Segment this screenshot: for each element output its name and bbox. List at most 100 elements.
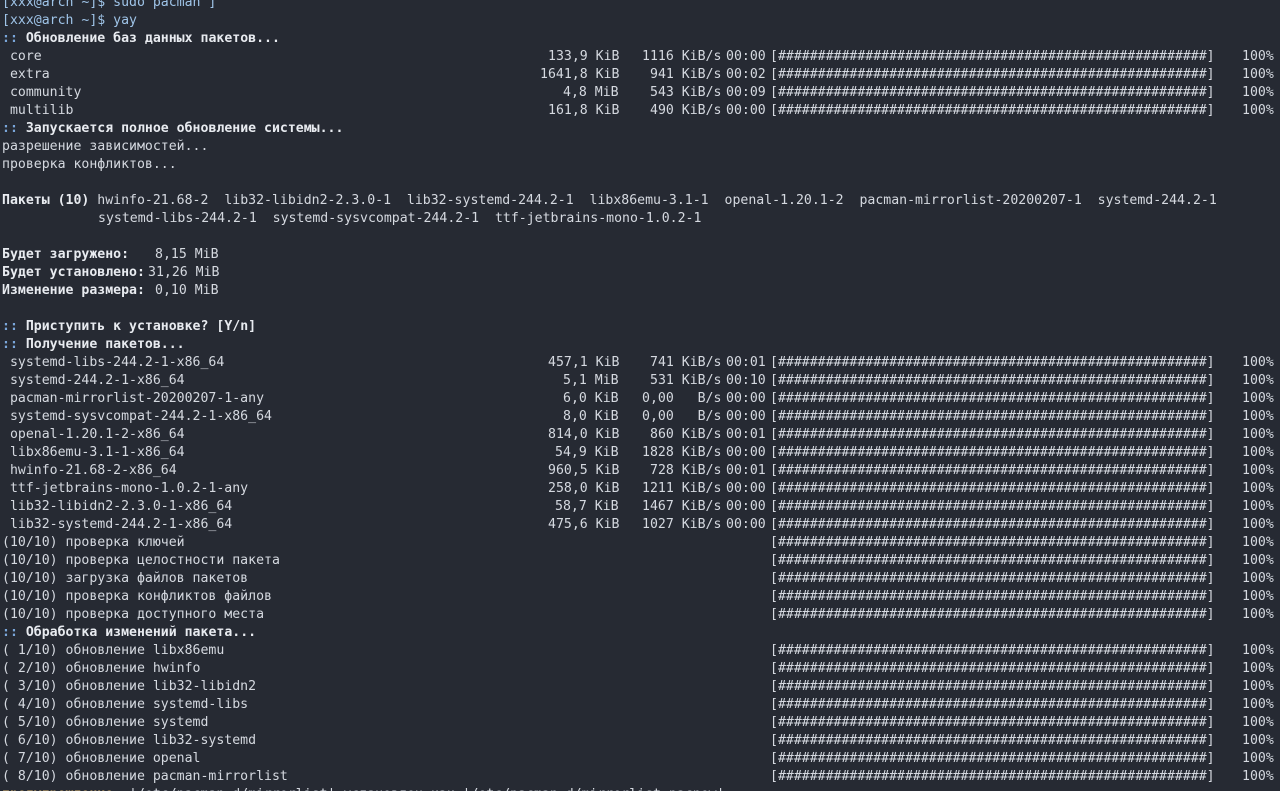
progress-bar: [#######################################… [770, 463, 1215, 478]
download-speed: 728 KiB/s [650, 463, 722, 478]
upgrade-row: ( 3/10) обновление lib32-libidn2 [#######… [2, 678, 1274, 696]
packages-line: Пакеты (10) hwinfo-21.68-2 lib32-libidn2… [2, 192, 1217, 210]
package-download-row: hwinfo-21.68-2-x86_64 960,5 KiB 728 KiB/s 0… [2, 462, 1274, 480]
progress-bar: [#######################################… [770, 49, 1215, 64]
download-time: 00:01 [726, 427, 766, 442]
db-sync-row: multilib 161,8 KiB 490 KiB/s 00:00 [########… [2, 102, 1274, 120]
shell-prompt: [xxx@arch ~]$ [2, 13, 114, 28]
progress-percent: 100% [1242, 571, 1274, 586]
check-text: (10/10) проверка целостности пакета [2, 553, 280, 568]
section-text: :: Обновление баз данных пакетов... [2, 31, 280, 46]
download-time: 00:00 [726, 49, 766, 64]
confirm-prompt: :: Приступить к установке? [Y/n] [2, 318, 256, 336]
check-text: (10/10) проверка доступного места [2, 607, 265, 622]
progress-bar: [#######################################… [770, 553, 1215, 568]
progress-bar: [#######################################… [770, 517, 1215, 532]
db-sync-row: core 133,9 KiB 1116 KiB/s 00:00 [###########… [2, 48, 1274, 66]
progress-bar: [#######################################… [770, 589, 1215, 604]
terminal-window[interactable]: [xxx@arch ~]$ sudo pacman ] [xxx@arch ~]$… [0, 0, 1280, 791]
package-name: hwinfo-21.68-2-x86_64 [2, 463, 177, 478]
download-size: 960,5 KiB [548, 463, 620, 478]
upgrade-row: ( 1/10) обновление libx86emu [###########… [2, 642, 1274, 660]
progress-percent: 100% [1242, 535, 1274, 550]
upgrade-text: ( 2/10) обновление hwinfo [2, 661, 201, 676]
package-download-row: systemd-sysvcompat-244.2-1-x86_64 8,0 KiB… [2, 408, 1274, 426]
check-text: (10/10) проверка конфликтов файлов [2, 589, 272, 604]
progress-percent: 100% [1242, 751, 1274, 766]
progress-bar: [#######################################… [770, 445, 1215, 460]
download-time: 00:01 [726, 355, 766, 370]
summary-line: Будет установлено: 31,26 MiB [2, 264, 219, 282]
db-name: multilib [2, 103, 74, 118]
section-text: :: Запускается полное обновление системы… [2, 121, 344, 136]
package-name: openal-1.20.1-2-x86_64 [2, 427, 185, 442]
progress-bar: [#######################################… [770, 661, 1215, 676]
progress-percent: 100% [1242, 481, 1274, 496]
status-line: разрешение зависимостей... [2, 138, 208, 156]
download-speed: 0,00 B/s [642, 391, 722, 406]
upgrade-row: ( 4/10) обновление systemd-libs [########… [2, 696, 1274, 714]
upgrade-row: ( 5/10) обновление systemd [#############… [2, 714, 1274, 732]
download-time: 00:01 [726, 463, 766, 478]
progress-percent: 100% [1242, 769, 1274, 784]
section-marker: :: [2, 625, 18, 640]
summary-value: 31,26 MiB [148, 265, 220, 280]
progress-percent: 100% [1242, 499, 1274, 514]
progress-bar: [#######################################… [770, 697, 1215, 712]
section-marker: :: [2, 31, 18, 46]
progress-percent: 100% [1242, 643, 1274, 658]
package-download-row: systemd-244.2-1-x86_64 5,1 MiB 531 KiB/s 00… [2, 372, 1274, 390]
check-row: (10/10) проверка доступного места [######… [2, 606, 1274, 624]
package-name: systemd-sysvcompat-244.2-1-x86_64 [2, 409, 272, 424]
summary-line: Будет загружено: 8,15 MiB [2, 246, 219, 264]
section-heading: :: Обновление баз данных пакетов... [2, 30, 280, 48]
warning-label: предупреждение: [2, 787, 129, 791]
package-name: ttf-jetbrains-mono-1.0.2-1-any [2, 481, 249, 496]
warning-text: '/etc/pacman.d/mirrorlist' установлен ка… [129, 787, 724, 791]
upgrade-text: ( 6/10) обновление lib32-systemd [2, 733, 257, 748]
progress-bar: [#######################################… [770, 85, 1215, 100]
progress-bar: [#######################################… [770, 409, 1215, 424]
package-name: pacman-mirrorlist-20200207-1-any [2, 391, 265, 406]
progress-percent: 100% [1242, 733, 1274, 748]
package-download-row: systemd-libs-244.2-1-x86_64 457,1 KiB 741 … [2, 354, 1274, 372]
summary-label: Будет установлено: [2, 265, 145, 280]
download-time: 00:00 [726, 517, 766, 532]
progress-percent: 100% [1242, 463, 1274, 478]
download-size: 814,0 KiB [548, 427, 620, 442]
status-text: проверка конфликтов... [2, 157, 177, 172]
progress-bar: [#######################################… [770, 67, 1215, 82]
check-text: (10/10) проверка ключей [2, 535, 185, 550]
progress-bar: [#######################################… [770, 499, 1215, 514]
db-name: extra [2, 67, 50, 82]
summary-value: 8,15 MiB [155, 247, 219, 262]
download-speed: 741 KiB/s [650, 355, 722, 370]
summary-line: Изменение размера: 0,10 MiB [2, 282, 219, 300]
progress-percent: 100% [1242, 355, 1274, 370]
progress-percent: 100% [1242, 49, 1274, 64]
db-sync-row: community 4,8 MiB 543 KiB/s 00:09 [#########… [2, 84, 1274, 102]
section-text: :: Обработка изменений пакета... [2, 625, 257, 640]
prompt-line: [xxx@arch ~]$ yay [2, 12, 137, 30]
download-time: 00:09 [726, 85, 766, 100]
upgrade-text: ( 8/10) обновление pacman-mirrorlist [2, 769, 288, 784]
download-time: 00:00 [726, 391, 766, 406]
upgrade-row: ( 8/10) обновление pacman-mirrorlist [###… [2, 768, 1274, 786]
download-size: 4,8 MiB [563, 85, 619, 100]
progress-percent: 100% [1242, 589, 1274, 604]
package-download-row: openal-1.20.1-2-x86_64 814,0 KiB 860 KiB/s… [2, 426, 1274, 444]
progress-percent: 100% [1242, 715, 1274, 730]
progress-percent: 100% [1242, 553, 1274, 568]
confirm-text: :: Приступить к установке? [Y/n] [2, 319, 257, 334]
shell-command: yay [113, 13, 137, 28]
progress-percent: 100% [1242, 517, 1274, 532]
progress-percent: 100% [1242, 697, 1274, 712]
download-speed: 941 KiB/s [650, 67, 722, 82]
download-size: 54,9 KiB [555, 445, 619, 460]
progress-bar: [#######################################… [770, 481, 1215, 496]
status-line: проверка конфликтов... [2, 156, 177, 174]
progress-bar: [#######################################… [770, 571, 1215, 586]
package-download-row: libx86emu-3.1-1-x86_64 54,9 KiB 1828 KiB/s… [2, 444, 1274, 462]
download-size: 475,6 KiB [548, 517, 620, 532]
download-size: 1641,8 KiB [540, 67, 620, 82]
